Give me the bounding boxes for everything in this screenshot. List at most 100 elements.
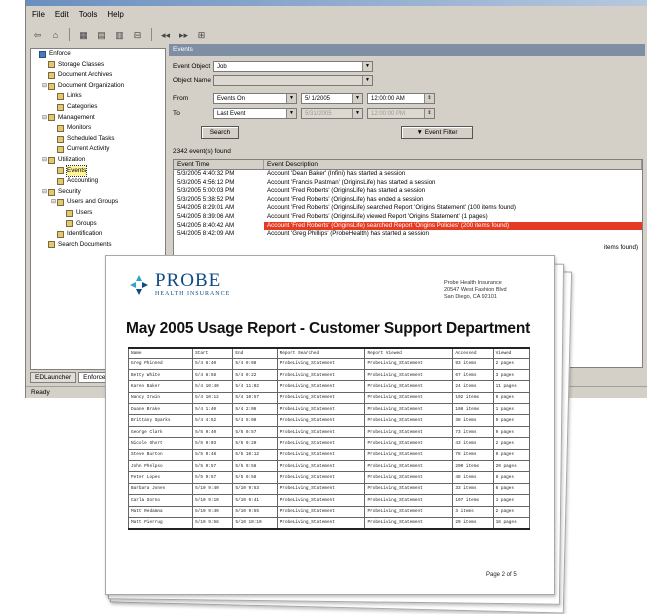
tree-item[interactable]: Users <box>31 208 165 219</box>
event-row[interactable]: 5/4/2005 8:40:42 AM Account 'Fred Roberts… <box>174 221 642 231</box>
search-button[interactable]: Search <box>201 126 239 139</box>
to-mode-select[interactable]: Last Event ▼ <box>213 108 297 119</box>
events-panel-header: Events <box>169 44 645 56</box>
menu-item-edit[interactable]: Edit <box>55 10 69 24</box>
from-time-field[interactable]: 12:00:00 AM ⇕ <box>367 93 435 104</box>
table-cell: 8 pages <box>492 471 531 484</box>
spin-icon[interactable]: ⇕ <box>424 94 434 103</box>
toolbar-button-icon[interactable]: ⌂ <box>48 27 63 41</box>
chevron-down-icon[interactable]: ▼ <box>286 109 296 118</box>
event-row[interactable]: 5/3/2005 5:00:03 PM Account 'Fred Roberts… <box>174 187 642 196</box>
table-cell: John Phelpso <box>127 459 194 473</box>
table-cell: ProbeLiving_Statement <box>364 368 454 382</box>
table-cell: 5/4 8:40 <box>192 357 234 370</box>
event-time: 5/3/2005 4:56:12 PM <box>177 178 235 186</box>
to-time-field[interactable]: 12:00:00 PM ⇕ <box>367 108 435 119</box>
event-object-select[interactable]: Job ▼ <box>213 61 373 72</box>
object-name-select[interactable]: ▼ <box>213 75 373 86</box>
toolbar-button-icon[interactable]: ⊟ <box>130 27 145 41</box>
toolbar-button-icon[interactable]: ▤ <box>94 27 109 41</box>
event-filter-button[interactable]: ▼ Event Filter <box>401 126 473 139</box>
table-cell: 11 pages <box>492 380 531 393</box>
table-cell: 78 items <box>452 448 494 462</box>
chevron-down-icon: ▼ <box>416 129 425 136</box>
event-time: 5/3/2005 5:38:52 PM <box>177 195 235 203</box>
folder-icon <box>57 230 64 238</box>
column-header-description[interactable]: Event Description <box>264 160 642 169</box>
folder-icon <box>57 93 64 101</box>
event-row[interactable]: 5/3/2005 4:56:12 PM Account 'Francis Past… <box>174 179 642 188</box>
event-row[interactable]: 5/4/2005 8:42:09 AM Account 'Greg Phillip… <box>174 230 642 239</box>
column-header-time[interactable]: Event Time <box>174 160 264 169</box>
from-date-picker[interactable]: 5/ 1/2005 ▼ <box>301 93 363 104</box>
tab-edlauncher[interactable]: EDLauncher <box>30 372 77 383</box>
menu-item-file[interactable]: File <box>32 10 45 24</box>
toolbar-button-icon[interactable]: ▥ <box>112 27 127 41</box>
table-cell: 9 pages <box>492 425 531 439</box>
table-cell: 5 pages <box>492 414 531 427</box>
table-cell: ProbeLiving_Statement <box>364 437 454 450</box>
table-cell: ProbeLiving_Statement <box>364 357 454 370</box>
from-mode-select[interactable]: Events On ▼ <box>213 93 297 104</box>
title-bar <box>26 0 647 6</box>
tree-item[interactable]: Monitors <box>31 123 165 134</box>
toolbar-button-icon[interactable]: ▸▸ <box>176 27 191 41</box>
tree-item[interactable]: Document Archives <box>31 70 165 81</box>
menu-item-tools[interactable]: Tools <box>79 10 98 24</box>
tree-item[interactable]: Groups <box>31 219 165 230</box>
table-cell: 5/5 9:57 <box>192 459 234 473</box>
spin-icon[interactable]: ⇕ <box>424 109 434 118</box>
table-cell: 102 items <box>452 391 494 405</box>
table-cell: 5/10 10:10 <box>232 516 278 530</box>
tree-item[interactable]: ⊟ Users and Groups <box>31 197 165 208</box>
tree-item[interactable]: Enforce <box>31 49 165 60</box>
table-cell: 5/4 1:40 <box>192 403 234 416</box>
tree-item[interactable]: Current Activity <box>31 144 165 155</box>
tree-item[interactable]: Links <box>31 91 165 102</box>
menu-item-help[interactable]: Help <box>107 10 123 24</box>
table-row: George Clark 5/5 9:40 5/5 9:57 ProbeLiving_… <box>127 425 531 439</box>
column-header: Accessed <box>452 347 494 359</box>
usage-table-body: Greg Phinned 5/4 8:40 5/4 9:08 ProbeLiving_… <box>127 357 531 530</box>
table-cell: George Clark <box>127 425 194 439</box>
event-row[interactable]: 5/3/2005 5:38:52 PM Account 'Fred Roberts… <box>174 196 642 205</box>
event-list-header: Event Time Event Description <box>174 160 642 170</box>
toolbar-button-icon[interactable]: ⇦ <box>30 27 45 41</box>
event-row[interactable]: 5/4/2005 8:29:01 AM Account 'Fred Roberts… <box>174 204 642 213</box>
table-cell: 5/10 9:53 <box>232 482 278 496</box>
table-cell: ProbeLiving_Statement <box>276 471 366 484</box>
tree-item[interactable]: ⊟ Utilization <box>31 155 165 166</box>
chevron-down-icon[interactable]: ▼ <box>362 62 372 71</box>
to-date-picker[interactable]: 5/31/2005 ▼ <box>301 108 363 119</box>
event-row[interactable]: 5/3/2005 4:40:32 PM Account 'Dean Baker' … <box>174 170 642 179</box>
event-row[interactable]: 5/4/2005 8:39:06 AM Account 'Fred Roberts… <box>174 213 642 222</box>
table-cell: Matt Redamna <box>127 505 194 518</box>
address-line: San Diego, CA 92101 <box>444 293 497 300</box>
table-cell: ProbeLiving_Statement <box>364 494 454 507</box>
toolbar-button-icon[interactable]: ⊞ <box>194 27 209 41</box>
table-cell: ProbeLiving_Statement <box>276 437 366 450</box>
tree-item[interactable]: Identification <box>31 229 165 240</box>
table-cell: ProbeLiving_Statement <box>364 448 454 462</box>
table-cell: 6 pages <box>492 448 531 462</box>
table-cell: ProbeLiving_Statement <box>364 380 454 393</box>
chevron-down-icon[interactable]: ▼ <box>362 76 372 85</box>
chevron-down-icon[interactable]: ▼ <box>286 94 296 103</box>
tree-item[interactable]: Storage Classes <box>31 60 165 71</box>
chevron-down-icon[interactable]: ▼ <box>352 109 362 118</box>
toolbar-button-icon[interactable]: ◂◂ <box>158 27 173 41</box>
table-cell: 1 pages <box>492 494 531 507</box>
tree-item[interactable]: ⊟ Management <box>31 113 165 124</box>
tree-item[interactable]: Scheduled Tasks <box>31 134 165 145</box>
tree-item[interactable]: Search Documents <box>31 240 165 251</box>
tree-item[interactable]: Events <box>31 164 165 178</box>
tree-item[interactable]: ⊟ Security <box>31 187 165 198</box>
toolbar-button-icon[interactable]: ▦ <box>76 27 91 41</box>
from-label: From <box>173 95 189 102</box>
tree-item[interactable]: Accounting <box>31 176 165 187</box>
tree-item[interactable]: Categories <box>31 102 165 113</box>
table-cell: 5/4 10:12 <box>192 391 234 405</box>
chevron-down-icon[interactable]: ▼ <box>352 94 362 103</box>
tree-item[interactable]: ⊟ Document Organization <box>31 81 165 92</box>
address-line: 20547 West Fashion Blvd <box>444 286 507 293</box>
